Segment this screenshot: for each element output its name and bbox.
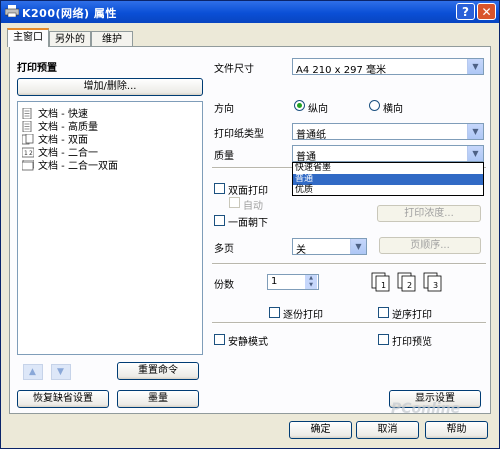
collate-label: 逐份打印 [283, 310, 323, 321]
presets-heading: 打印预置 [17, 63, 57, 74]
add-remove-button[interactable]: 增加/删除... [17, 78, 203, 96]
page-order-button[interactable]: 页顺序... [379, 237, 481, 254]
copies-value: 1 [271, 276, 278, 287]
copies-input[interactable]: 1 ▲ ▼ [267, 274, 319, 290]
down-arrow-icon: ▼ [57, 367, 64, 377]
quality-dropdown-list[interactable]: 快速省墨 普通 优质 [292, 162, 484, 196]
copy-icon-label: 1 [381, 281, 386, 290]
multipage-label: 多页 [214, 244, 234, 255]
title-bar[interactable]: K200(网络) 属性 ? ✕ [1, 1, 499, 23]
multipage-select[interactable]: 关 ▼ [292, 238, 367, 256]
move-up-button[interactable]: ▲ [23, 364, 43, 380]
tab-other[interactable]: 另外的 [49, 31, 91, 46]
ok-button[interactable]: 确定 [289, 421, 352, 439]
help-button[interactable]: 帮助 [425, 421, 488, 439]
quality-label: 质量 [214, 151, 234, 162]
landscape-radio[interactable] [369, 100, 380, 111]
divider [212, 263, 486, 265]
copies-label: 份数 [214, 280, 234, 291]
portrait-radio[interactable] [294, 100, 305, 111]
auto-duplex-checkbox[interactable] [229, 197, 240, 208]
portrait-label: 纵向 [308, 104, 328, 115]
list-item[interactable]: 文档 - 二合一双面 [22, 157, 118, 172]
quiet-mode-label: 安静模式 [228, 337, 268, 348]
help-title-button[interactable]: ? [456, 3, 475, 20]
landscape-label: 横向 [383, 104, 403, 115]
preset-label: 文档 - 二合一双面 [38, 161, 118, 172]
up-arrow-icon: ▲ [29, 367, 36, 377]
chevron-down-icon: ▼ [467, 124, 483, 139]
print-density-button[interactable]: 打印浓度... [377, 205, 481, 222]
window-title: K200(网络) 属性 [22, 7, 117, 20]
spin-up-icon[interactable]: ▲ [305, 275, 317, 282]
chevron-down-icon: ▼ [350, 239, 366, 254]
radio-selected-dot [297, 103, 302, 108]
presets-list[interactable]: 文档 - 快速 文档 - 高质量 文档 - 双面 1 2 文档 - 二合一 文档 -… [17, 101, 203, 355]
paper-type-value: 普通纸 [296, 130, 326, 141]
cancel-button[interactable]: 取消 [356, 421, 419, 439]
list-item[interactable]: 文档 - 快速 [22, 105, 88, 120]
quality-option-fast[interactable]: 快速省墨 [293, 163, 483, 174]
multipage-value: 关 [296, 245, 306, 256]
paper-size-value: A4 210 x 297 毫米 [296, 65, 387, 76]
watermark: PConline [391, 401, 461, 417]
duplex-checkbox[interactable] [214, 183, 225, 194]
printer-icon [5, 5, 19, 17]
auto-duplex-label: 自动 [243, 201, 263, 212]
list-item[interactable]: 文档 - 高质量 [22, 118, 98, 133]
move-down-button[interactable]: ▼ [51, 364, 71, 380]
quality-select[interactable]: 普通 ▼ [292, 145, 484, 163]
paper-size-select[interactable]: A4 210 x 297 毫米 ▼ [292, 58, 484, 76]
paper-type-select[interactable]: 普通纸 ▼ [292, 123, 484, 141]
orientation-label: 方向 [214, 104, 234, 115]
copy-icon-label: 3 [433, 281, 438, 290]
quality-option-fine[interactable]: 优质 [293, 185, 483, 196]
reset-command-button[interactable]: 重置命令 [117, 362, 199, 380]
paper-type-label: 打印纸类型 [214, 129, 264, 140]
collate-order-icon: 1 2 3 [371, 272, 442, 292]
collate-checkbox[interactable] [269, 307, 280, 318]
svg-text:2: 2 [29, 150, 33, 157]
list-item[interactable]: 文档 - 双面 [22, 131, 88, 146]
print-preview-label: 打印预览 [392, 337, 432, 348]
close-button[interactable]: ✕ [477, 3, 496, 20]
face-down-label: 一面朝下 [228, 218, 268, 229]
print-preview-checkbox[interactable] [378, 334, 389, 345]
reverse-order-label: 逆序打印 [392, 310, 432, 321]
quality-option-normal[interactable]: 普通 [293, 174, 483, 185]
quiet-mode-checkbox[interactable] [214, 334, 225, 345]
restore-defaults-button[interactable]: 恢复缺省设置 [17, 390, 109, 408]
chevron-down-icon: ▼ [467, 146, 483, 161]
tab-maintenance[interactable]: 维护 [91, 31, 133, 46]
copy-icon-label: 2 [407, 281, 412, 290]
spin-down-icon[interactable]: ▼ [305, 282, 317, 289]
quality-value: 普通 [296, 152, 316, 163]
paper-size-label: 文件尺寸 [214, 64, 254, 75]
reverse-order-checkbox[interactable] [378, 307, 389, 318]
svg-text:1: 1 [24, 150, 28, 157]
ink-levels-button[interactable]: 墨量 [117, 390, 199, 408]
face-down-checkbox[interactable] [214, 215, 225, 226]
duplex-label: 双面打印 [228, 186, 268, 197]
two-in-one-duplex-icon [22, 160, 34, 171]
tab-main[interactable]: 主窗口 [7, 28, 49, 47]
list-item[interactable]: 1 2 文档 - 二合一 [22, 144, 98, 159]
properties-window: K200(网络) 属性 ? ✕ 主窗口 另外的 维护 打印预置 增加/删除...… [0, 0, 500, 449]
divider [212, 322, 486, 324]
chevron-down-icon: ▼ [467, 59, 483, 74]
